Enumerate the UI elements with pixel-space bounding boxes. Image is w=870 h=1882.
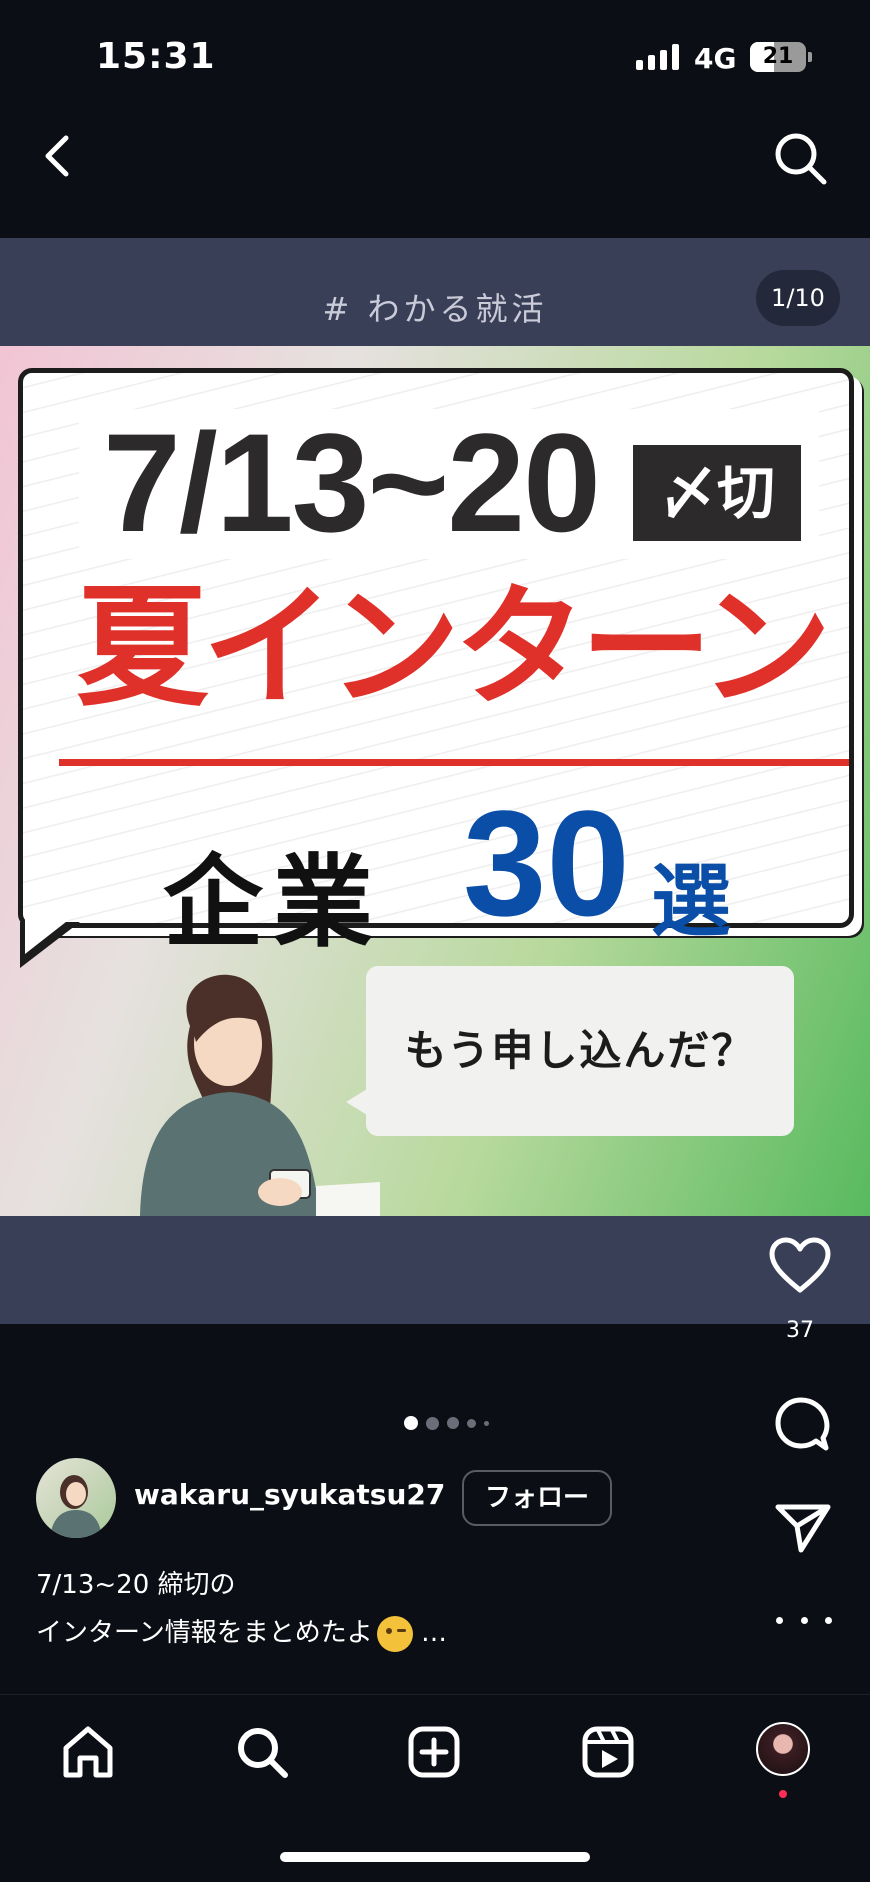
battery-level: 21 [762,44,794,69]
post-tag: # わかる就活 [322,290,548,328]
wink-emoji-icon [376,1615,413,1652]
speech-text: もう申し込んだ？ [404,1026,756,1075]
plus-square-icon [408,1726,460,1778]
subtitle-suffix: 選 [651,855,731,948]
caption-line-1: 7/13~20 締切の [36,1570,236,1600]
nav-profile-avatar[interactable] [756,1722,810,1776]
paper-plane-icon [775,1504,831,1553]
caption-line-2[interactable]: インターン情報をまとめたよ … [36,1612,447,1652]
back-button[interactable] [30,128,86,184]
home-indicator [280,1852,590,1862]
battery-tip [808,52,812,62]
avatar-illustration [50,1475,102,1538]
date-text: 7/13~20 [103,404,601,561]
author-avatar[interactable] [36,1458,116,1538]
caption-text: インターン情報をまとめたよ [36,1618,373,1648]
more-icon [776,1616,783,1624]
subtitle-word: 企業 [163,844,383,961]
dot-active [404,1416,418,1430]
slide-counter: 1/10 [756,270,840,326]
notification-dot [779,1790,787,1798]
share-button[interactable] [774,1502,832,1554]
follow-button[interactable]: フォロー [462,1470,612,1526]
home-icon [63,1726,113,1778]
status-time: 15:31 [96,36,216,77]
heart-icon [769,1237,831,1293]
reels-icon [582,1726,634,1778]
dot [467,1418,476,1428]
bubble-tail-inner [25,918,71,954]
post-image[interactable]: 7/13~20 〆切 夏インターン 企業 30 選 もう申し込んだ？ [0,346,870,1216]
headline: 夏インターン [76,571,831,725]
nav-explore[interactable] [234,1724,290,1780]
like-button[interactable] [768,1236,832,1296]
signal-icon [636,44,679,70]
deadline-badge: 〆切 [633,445,801,541]
nav-reels[interactable] [580,1724,636,1780]
dot [426,1416,439,1430]
more-button[interactable] [776,1610,832,1630]
search-button[interactable] [772,130,828,186]
dot [484,1420,489,1426]
battery-icon: 21 [750,42,806,72]
search-icon [775,133,827,185]
subtitle: 企業 30 選 [163,783,783,961]
comment-button[interactable] [774,1396,830,1452]
nav-create[interactable] [406,1724,462,1780]
dot [447,1417,459,1429]
title-bubble: 7/13~20 〆切 夏インターン 企業 30 選 [18,368,854,961]
carousel-dots [404,1416,489,1430]
headline-underline [59,759,849,766]
author-username[interactable]: wakaru_syukatsu27 [134,1478,445,1511]
like-count[interactable]: 37 [760,1318,840,1343]
search-icon [238,1728,288,1778]
caption-more[interactable]: … [421,1618,447,1648]
chevron-left-icon [45,135,69,177]
comment-icon [775,1397,830,1451]
network-type: 4G [694,42,737,75]
nav-home[interactable] [60,1724,116,1780]
status-bar: 15:31 4G 21 [0,0,870,110]
subtitle-number: 30 [463,779,630,947]
